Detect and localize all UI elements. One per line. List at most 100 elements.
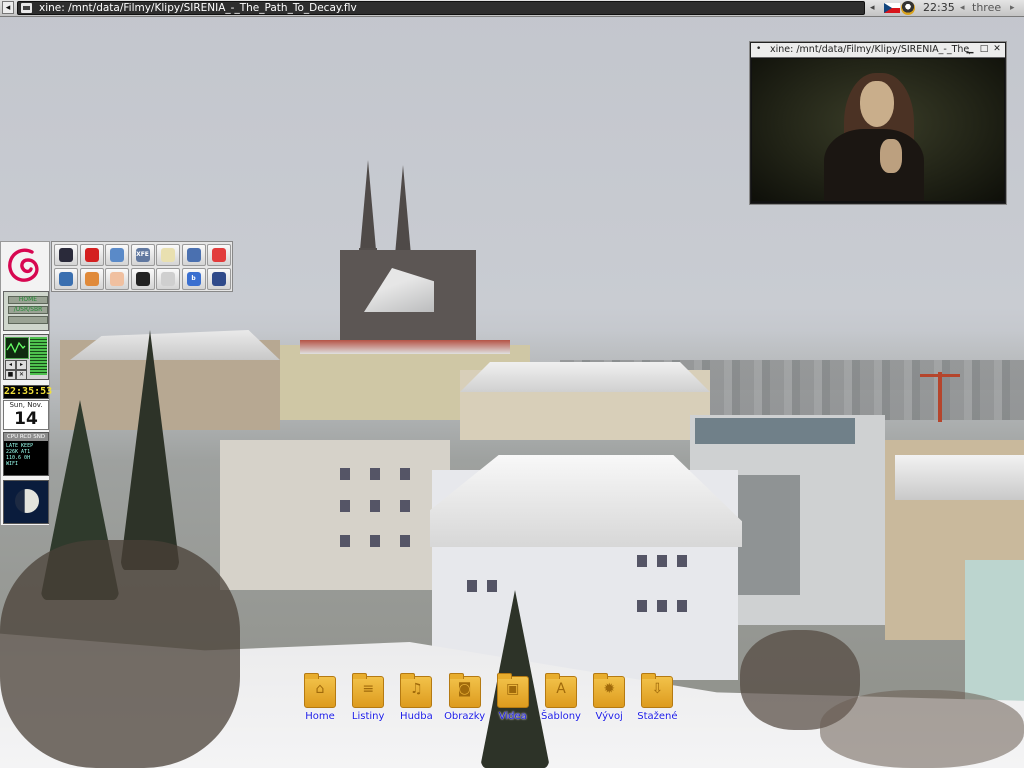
terminal-icon bbox=[59, 248, 73, 262]
launcher-video-clapper[interactable] bbox=[207, 268, 231, 290]
mixer-stop-icon[interactable]: ■ bbox=[5, 370, 16, 380]
building-flats bbox=[220, 440, 450, 590]
cathedral-spire-left bbox=[360, 160, 376, 250]
bushes-right bbox=[820, 690, 1024, 768]
launcher-eye[interactable] bbox=[105, 268, 129, 290]
cathedral-spire-right bbox=[395, 165, 411, 255]
xine-titlebar[interactable]: • xine: /mnt/data/Filmy/Klipy/SIRENIA_-_… bbox=[751, 43, 1005, 58]
folder-label: Stažené bbox=[637, 711, 678, 722]
cpu-monitor[interactable]: ◂ ▸ ■ ✕ bbox=[3, 334, 49, 380]
video-singer-body bbox=[824, 129, 924, 201]
roof-middle bbox=[460, 362, 710, 392]
panel-menu-button[interactable]: ◂ bbox=[2, 1, 14, 14]
folder-emblem: ⇩ bbox=[651, 681, 664, 697]
close-icon[interactable]: ✕ bbox=[992, 44, 1002, 55]
disk-bar-home: HOME bbox=[8, 296, 48, 304]
mixer-prev-icon[interactable]: ◂ bbox=[5, 360, 16, 370]
net-monitor-header: CPU RCD SND bbox=[4, 433, 48, 441]
camera-icon: ◙ bbox=[448, 673, 481, 708]
xine-window-title: xine: /mnt/data/Filmy/Klipy/SIRENIA_-_Th… bbox=[770, 44, 970, 55]
launcher-inkscape[interactable] bbox=[130, 268, 155, 290]
launcher-bluefish[interactable]: b bbox=[181, 268, 206, 290]
video-singer-face bbox=[860, 81, 894, 127]
launcher-terminal[interactable] bbox=[54, 244, 78, 266]
launcher-palette[interactable] bbox=[207, 244, 231, 266]
top-panel: ◂ xine: /mnt/data/Filmy/Klipy/SIRENIA_-_… bbox=[0, 0, 1024, 17]
building-glass-top bbox=[695, 418, 855, 444]
launcher-gimp[interactable] bbox=[79, 268, 104, 290]
home-icon: ⌂ bbox=[304, 673, 336, 708]
taskbar-button-label: xine: /mnt/data/Filmy/Klipy/SIRENIA_-_Th… bbox=[39, 2, 357, 14]
system-tray: ◂ 22:35 ◂ three ▸ bbox=[868, 1, 1022, 15]
folder-stažené[interactable]: ⇩ Stažené bbox=[629, 673, 685, 726]
workspace-prev-icon[interactable]: ◂ bbox=[960, 1, 965, 15]
dock-calendar[interactable]: Sun, Nov. 14 bbox=[3, 400, 49, 430]
crane bbox=[938, 372, 942, 422]
tree-bare-left bbox=[0, 540, 240, 768]
opera-icon bbox=[84, 248, 99, 262]
launcher-network[interactable] bbox=[181, 244, 206, 266]
folder-emblem: ♫ bbox=[410, 681, 423, 697]
mixer-next-icon[interactable]: ▸ bbox=[16, 360, 27, 370]
window-menu-icon[interactable]: • bbox=[756, 44, 761, 54]
disk-bar-extra bbox=[8, 316, 48, 324]
launcher-openoffice[interactable] bbox=[54, 268, 78, 290]
pidgin-icon bbox=[110, 248, 124, 262]
download-icon: ⇩ bbox=[641, 673, 674, 708]
launcher-pidgin[interactable] bbox=[105, 244, 129, 266]
xine-app-icon bbox=[21, 3, 32, 13]
folder-emblem: ⌂ bbox=[315, 681, 325, 697]
launcher-opera[interactable] bbox=[79, 244, 104, 266]
folder-emblem: ✹ bbox=[603, 681, 616, 697]
bluefish-icon: b bbox=[186, 272, 201, 286]
video-frame[interactable] bbox=[752, 59, 1004, 201]
eye-icon bbox=[110, 272, 124, 286]
gear-icon: ✹ bbox=[593, 673, 626, 708]
workspace-name[interactable]: three bbox=[972, 1, 1001, 15]
keyboard-layout-flag-icon[interactable] bbox=[884, 3, 900, 13]
calculator-icon bbox=[161, 272, 175, 286]
video-singer-hand bbox=[880, 139, 902, 173]
gimp-icon bbox=[84, 272, 99, 286]
cpu-level-bars bbox=[30, 337, 47, 375]
network-monitor[interactable]: CPU RCD SND LATE KEEP 226K AT1 110.6 0H … bbox=[3, 432, 49, 476]
workspace-next-icon[interactable]: ▸ bbox=[1010, 1, 1015, 15]
film-icon: ▣ bbox=[496, 673, 529, 708]
net-monitor-readout: LATE KEEP 226K AT1 110.6 0H WIFI bbox=[6, 443, 46, 471]
video-clapper-icon bbox=[212, 272, 226, 286]
openoffice-icon bbox=[59, 272, 73, 286]
tray-collapse-arrow-icon[interactable]: ◂ bbox=[870, 1, 882, 15]
tux-icon[interactable] bbox=[901, 1, 915, 15]
net-line: WIFI bbox=[6, 461, 19, 467]
crane-arm bbox=[920, 374, 960, 377]
disk-usage-monitor[interactable]: HOME /USR/SBR bbox=[3, 291, 49, 331]
moon-phase-dockapp[interactable] bbox=[3, 480, 49, 524]
moon-phase-icon bbox=[15, 489, 39, 513]
inkscape-icon bbox=[135, 272, 150, 286]
xine-video-window[interactable]: • xine: /mnt/data/Filmy/Klipy/SIRENIA_-_… bbox=[750, 42, 1006, 204]
minimize-icon[interactable]: ▁ bbox=[965, 44, 975, 55]
panel-clock[interactable]: 22:35 bbox=[923, 1, 955, 15]
editor-icon bbox=[161, 248, 175, 262]
taskbar-button-xine[interactable]: xine: /mnt/data/Filmy/Klipy/SIRENIA_-_Th… bbox=[17, 1, 865, 15]
roof-yellow bbox=[300, 340, 510, 354]
disk-bar-usr: /USR/SBR bbox=[8, 306, 48, 314]
cpu-wave-graph bbox=[5, 337, 29, 359]
calendar-day: 14 bbox=[14, 409, 38, 429]
maximize-icon[interactable]: □ bbox=[979, 44, 989, 55]
dock-digital-clock[interactable]: 22:35:53 bbox=[3, 385, 52, 399]
xfe-icon: XFE bbox=[135, 248, 150, 262]
launcher-xfe[interactable]: XFE bbox=[130, 244, 155, 266]
dockapp-column: HOME /USR/SBR ◂ ▸ ■ ✕ 22:35:53 Sun, Nov.… bbox=[0, 241, 52, 526]
launcher-editor[interactable] bbox=[156, 244, 180, 266]
application-launcher: XFE b bbox=[51, 241, 233, 292]
folder-emblem: A bbox=[556, 681, 566, 697]
document-icon: ≡ bbox=[352, 673, 385, 708]
launcher-calculator[interactable] bbox=[156, 268, 180, 290]
palette-icon bbox=[212, 248, 226, 262]
mixer-mute-icon[interactable]: ✕ bbox=[16, 370, 27, 380]
debian-swirl-icon[interactable] bbox=[2, 242, 48, 290]
compass-icon: A bbox=[545, 673, 577, 708]
folder-emblem: ▣ bbox=[506, 681, 520, 697]
roof-right bbox=[895, 455, 1024, 500]
